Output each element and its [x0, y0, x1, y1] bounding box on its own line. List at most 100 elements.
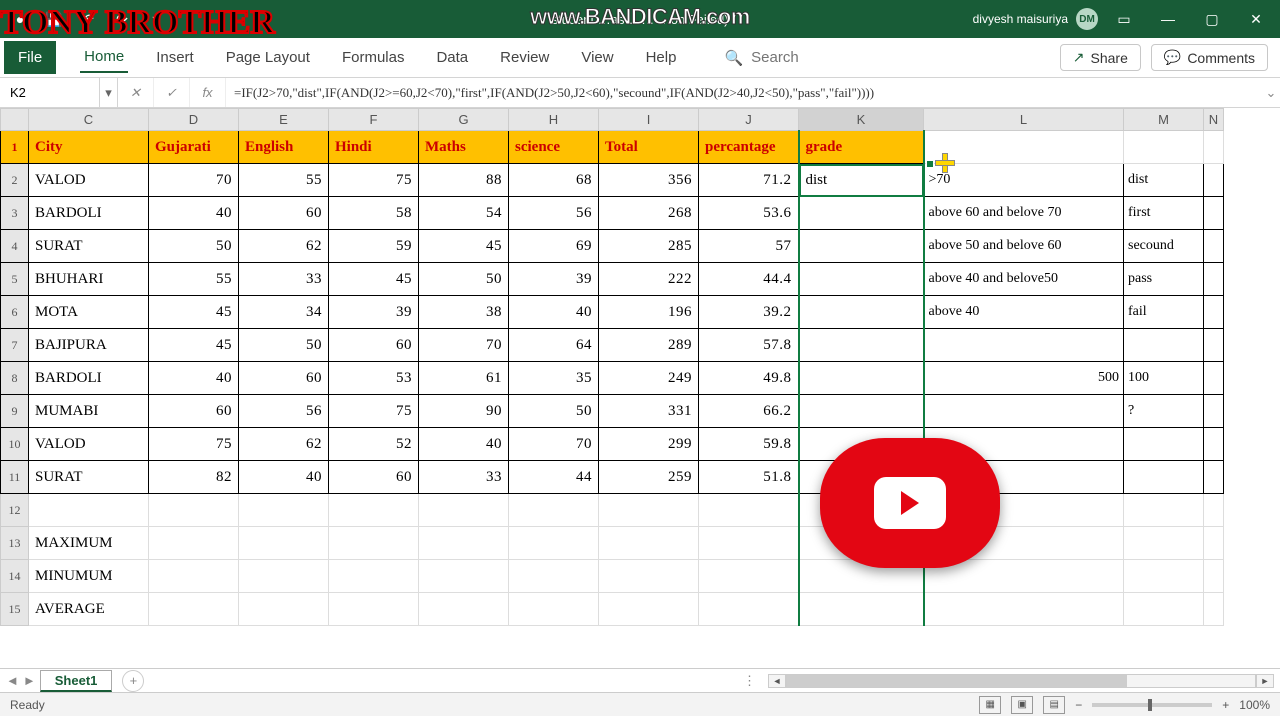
cell[interactable] [1204, 230, 1224, 263]
cell[interactable]: 88 [419, 164, 509, 197]
cell[interactable]: 259 [599, 461, 699, 494]
cell-grade[interactable] [799, 296, 924, 329]
cell[interactable] [1204, 197, 1224, 230]
cell[interactable]: 62 [239, 230, 329, 263]
col-header-N[interactable]: N [1204, 109, 1224, 131]
cell[interactable]: 39 [329, 296, 419, 329]
cancel-formula-icon[interactable]: ✕ [118, 78, 154, 107]
cell[interactable] [599, 494, 699, 527]
cell[interactable]: fail [1124, 296, 1204, 329]
cell[interactable]: 50 [419, 263, 509, 296]
cell[interactable] [509, 593, 599, 626]
share-button[interactable]: ↗Share [1060, 44, 1141, 71]
row-header[interactable]: 11 [1, 461, 29, 494]
name-box-dropdown[interactable]: ▾ [100, 78, 118, 107]
cell[interactable] [1204, 494, 1224, 527]
cell[interactable]: 40 [419, 428, 509, 461]
view-pagebreak-icon[interactable]: ▤ [1043, 696, 1065, 714]
cell[interactable]: pass [1124, 263, 1204, 296]
cell[interactable]: 289 [599, 329, 699, 362]
cell[interactable]: 50 [149, 230, 239, 263]
cell[interactable]: 45 [329, 263, 419, 296]
cell[interactable] [509, 527, 599, 560]
cell[interactable]: 52 [329, 428, 419, 461]
cell[interactable] [1204, 296, 1224, 329]
tab-page-layout[interactable]: Page Layout [222, 43, 314, 72]
cell[interactable]: 57.8 [699, 329, 799, 362]
cell[interactable] [419, 593, 509, 626]
col-header-K[interactable]: K [799, 109, 924, 131]
select-all[interactable] [1, 109, 29, 131]
cell[interactable]: 53.6 [699, 197, 799, 230]
header-cell[interactable]: science [509, 131, 599, 164]
cell-city[interactable]: MUMABI [29, 395, 149, 428]
col-header-D[interactable]: D [149, 109, 239, 131]
header-cell[interactable]: Hindi [329, 131, 419, 164]
cell[interactable]: 50 [509, 395, 599, 428]
cell[interactable]: 60 [239, 362, 329, 395]
cell[interactable]: 59.8 [699, 428, 799, 461]
row-header[interactable]: 7 [1, 329, 29, 362]
cell[interactable] [924, 395, 1124, 428]
cell[interactable]: 60 [329, 461, 419, 494]
cell[interactable]: 53 [329, 362, 419, 395]
header-cell[interactable]: Maths [419, 131, 509, 164]
fill-handle[interactable] [926, 160, 934, 168]
cell-city[interactable]: VALOD [29, 164, 149, 197]
sheet-tab[interactable]: Sheet1 [40, 670, 113, 692]
sheet-next-icon[interactable]: ► [23, 673, 36, 688]
cell[interactable]: 33 [239, 263, 329, 296]
cell[interactable]: 69 [509, 230, 599, 263]
cell[interactable]: dist [1124, 164, 1204, 197]
tab-review[interactable]: Review [496, 43, 553, 72]
zoom-out-icon[interactable]: − [1075, 698, 1082, 712]
cell[interactable]: 40 [239, 461, 329, 494]
tab-file[interactable]: File [4, 41, 56, 74]
row-header[interactable]: 15 [1, 593, 29, 626]
cell[interactable] [29, 494, 149, 527]
cell[interactable] [419, 527, 509, 560]
zoom-slider[interactable] [1092, 703, 1212, 707]
cell[interactable]: first [1124, 197, 1204, 230]
cell[interactable]: 68 [509, 164, 599, 197]
zoom-in-icon[interactable]: + [1222, 698, 1229, 712]
cell[interactable]: 61 [419, 362, 509, 395]
header-cell[interactable] [1204, 131, 1224, 164]
cell[interactable]: above 40 [924, 296, 1124, 329]
tab-help[interactable]: Help [642, 43, 681, 72]
cell[interactable]: 50 [239, 329, 329, 362]
cell-city[interactable]: MOTA [29, 296, 149, 329]
cell[interactable]: 44.4 [699, 263, 799, 296]
view-normal-icon[interactable]: ▦ [979, 696, 1001, 714]
cell[interactable]: 90 [419, 395, 509, 428]
tab-data[interactable]: Data [432, 43, 472, 72]
cell[interactable] [1204, 164, 1224, 197]
cell-grade[interactable] [799, 362, 924, 395]
cell[interactable]: MINUMUM [29, 560, 149, 593]
cell[interactable]: 33 [419, 461, 509, 494]
cell[interactable] [1124, 329, 1204, 362]
header-cell[interactable]: grade [799, 131, 924, 164]
cell[interactable]: 75 [329, 395, 419, 428]
col-header-L[interactable]: L [924, 109, 1124, 131]
cell[interactable] [799, 593, 924, 626]
cell[interactable]: 56 [509, 197, 599, 230]
cell[interactable]: 70 [149, 164, 239, 197]
cell[interactable] [329, 560, 419, 593]
cell-city[interactable]: BARDOLI [29, 362, 149, 395]
cell-city[interactable]: VALOD [29, 428, 149, 461]
col-header-I[interactable]: I [599, 109, 699, 131]
cell[interactable]: 49.8 [699, 362, 799, 395]
row-header[interactable]: 2 [1, 164, 29, 197]
header-cell[interactable]: percantage [699, 131, 799, 164]
cell[interactable] [924, 329, 1124, 362]
row-header[interactable]: 3 [1, 197, 29, 230]
enter-formula-icon[interactable]: ✓ [154, 78, 190, 107]
cell[interactable]: 60 [329, 329, 419, 362]
cell[interactable] [699, 560, 799, 593]
cell[interactable]: 62 [239, 428, 329, 461]
cell[interactable] [1204, 428, 1224, 461]
add-sheet-icon[interactable]: + [122, 670, 144, 692]
row-header[interactable]: 4 [1, 230, 29, 263]
cell[interactable] [149, 527, 239, 560]
